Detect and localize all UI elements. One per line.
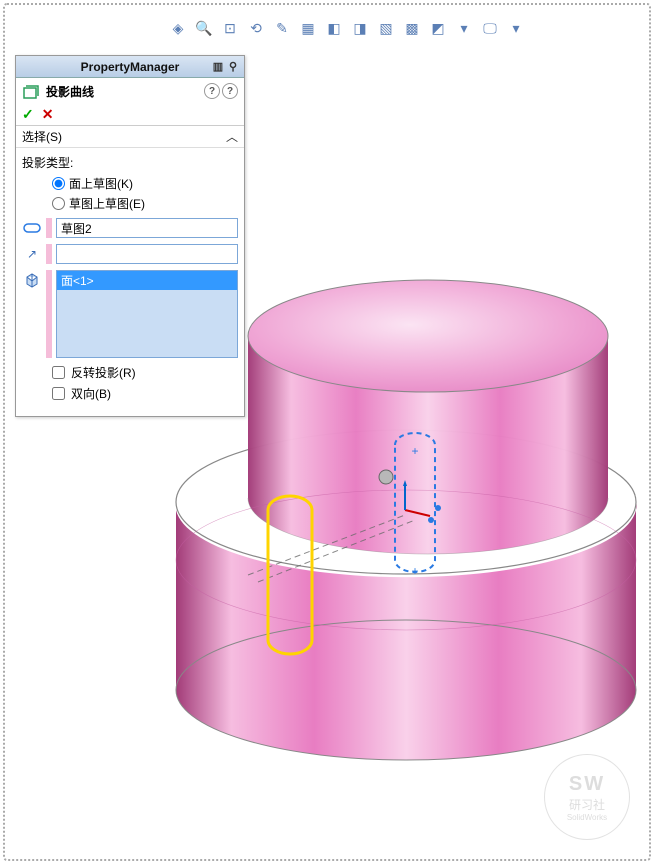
panel-title: PropertyManager	[81, 60, 180, 74]
panel-header: PropertyManager ▥ ⚲	[16, 56, 244, 78]
shaded-edges-icon[interactable]: ◩	[428, 18, 448, 38]
pinkbar	[46, 270, 52, 358]
selection-section-header[interactable]: 选择(S) ︿	[16, 126, 244, 148]
direction-input[interactable]	[56, 244, 238, 264]
face-cube-icon	[22, 272, 42, 288]
watermark: SW 研习社 SolidWorks	[544, 754, 630, 840]
pinkbar	[46, 244, 52, 264]
confirm-row: ✓ ✕	[16, 104, 244, 126]
reverse-projection-checkbox[interactable]	[52, 366, 65, 379]
feature-title-row: 投影曲线 ? ?	[16, 78, 244, 104]
sketch-input[interactable]	[56, 218, 238, 238]
watermark-cn: 研习社	[569, 796, 605, 813]
collapse-icon[interactable]: ︿	[226, 128, 238, 145]
dropdown-sep-icon[interactable]: ▾	[454, 18, 474, 38]
selection-label: 选择(S)	[22, 128, 62, 145]
face-selected-item[interactable]: 面<1>	[57, 271, 237, 290]
pinkbar	[46, 218, 52, 238]
display-dropdown-icon[interactable]: ▾	[506, 18, 526, 38]
cancel-button[interactable]: ✕	[42, 106, 54, 123]
radio-sketch-on-face[interactable]	[52, 177, 65, 190]
bidirectional-label: 双向(B)	[71, 385, 111, 402]
zoom-fit-icon[interactable]: 🔍	[194, 18, 214, 38]
projected-curve-icon	[22, 82, 40, 100]
watermark-sub: SolidWorks	[567, 813, 607, 822]
property-manager-panel: PropertyManager ▥ ⚲ 投影曲线 ? ? ✓ ✕ 选择(S) ︿…	[15, 55, 245, 417]
view-toolbar: ◈ 🔍 ⊡ ⟲ ✎ ▦ ◧ ◨ ▧ ▩ ◩ ▾ 🖵 ▾	[168, 18, 526, 38]
help-conf-icon[interactable]: ?	[222, 83, 238, 99]
svg-text:+: +	[411, 444, 418, 458]
face-selection-row: 面<1>	[22, 270, 238, 358]
reverse-projection-label: 反转投影(R)	[71, 364, 136, 381]
bidirectional-checkbox[interactable]	[52, 387, 65, 400]
wireframe-icon[interactable]: ▧	[376, 18, 396, 38]
panel-pin-icon[interactable]: ⚲	[226, 60, 240, 74]
help-icon[interactable]: ?	[204, 83, 220, 99]
radio-sketch-on-sketch-row[interactable]: 草图上草图(E)	[52, 195, 238, 212]
radio-sketch-on-face-row[interactable]: 面上草图(K)	[52, 175, 238, 192]
display-style-icon[interactable]: 🖵	[480, 18, 500, 38]
sketch-slot-icon	[22, 220, 42, 236]
selection-section-body: 投影类型: 面上草图(K) 草图上草图(E) ↗	[16, 148, 244, 416]
watermark-sw: SW	[569, 773, 605, 796]
radio-sketch-on-sketch-label: 草图上草图(E)	[69, 195, 145, 212]
shaded-icon[interactable]: ▩	[402, 18, 422, 38]
projection-type-label: 投影类型:	[22, 154, 238, 171]
view-settings-icon[interactable]: ▦	[298, 18, 318, 38]
reverse-projection-row[interactable]: 反转投影(R)	[52, 364, 238, 381]
feature-name: 投影曲线	[46, 83, 94, 100]
direction-input-row: ↗	[22, 244, 238, 264]
radio-sketch-on-sketch[interactable]	[52, 197, 65, 210]
ok-button[interactable]: ✓	[22, 106, 34, 123]
zoom-previous-icon[interactable]: ⟲	[246, 18, 266, 38]
bidirectional-row[interactable]: 双向(B)	[52, 385, 238, 402]
panel-menu-icon[interactable]: ▥	[211, 60, 225, 74]
render-mode-icon[interactable]: ◧	[324, 18, 344, 38]
face-listbox[interactable]: 面<1>	[56, 270, 238, 358]
direction-arrow-icon: ↗	[22, 246, 42, 262]
section-view-icon[interactable]: ✎	[272, 18, 292, 38]
radio-sketch-on-face-label: 面上草图(K)	[69, 175, 133, 192]
sketch-input-row	[22, 218, 238, 238]
zoom-area-icon[interactable]: ⊡	[220, 18, 240, 38]
hidden-lines-icon[interactable]: ◨	[350, 18, 370, 38]
view-orientation-icon[interactable]: ◈	[168, 18, 188, 38]
svg-text:+: +	[411, 564, 418, 578]
